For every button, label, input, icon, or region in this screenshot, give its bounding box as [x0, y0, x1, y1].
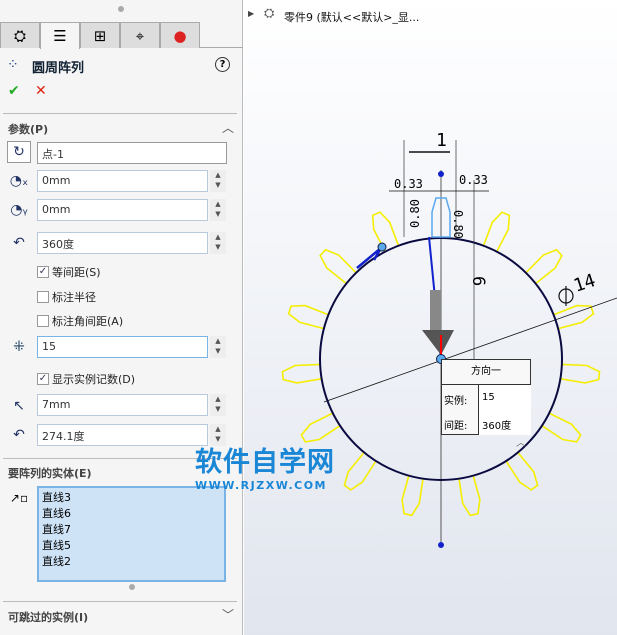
checkbox-unchecked[interactable]	[37, 315, 49, 327]
color-wheel-icon: ●	[173, 26, 187, 45]
entities-icon: ↗▫	[9, 491, 29, 505]
list-item[interactable]: 直线7	[42, 522, 221, 538]
dim-radius-checkbox[interactable]: 标注半径	[37, 289, 96, 305]
watermark-url: WWW.RJZXW.COM	[195, 479, 327, 492]
show-count-label: 显示实例记数(D)	[52, 373, 136, 386]
spacing-label: 间距:	[444, 421, 468, 432]
pattern-tooth	[401, 475, 424, 517]
show-count-checkbox[interactable]: ✓ 显示实例记数(D)	[37, 371, 135, 387]
watermark: 软件自学网 WWW.RJZXW.COM	[195, 440, 335, 492]
dim-h1[interactable]: 0.80	[408, 199, 422, 228]
tab-display[interactable]: ●	[160, 22, 200, 48]
rotation-arrow	[356, 247, 383, 269]
angle-stepper[interactable]: ▲ ▼	[210, 232, 226, 254]
dim-angle-label: 标注角间距(A)	[52, 315, 124, 328]
dim-diameter[interactable]: 14	[571, 270, 598, 297]
list-item[interactable]: 直线3	[42, 490, 221, 506]
instance-count-icon: ⁜	[13, 339, 25, 355]
tab-feature-tree[interactable]: ⛭	[0, 22, 40, 48]
center-x-field[interactable]: 0mm	[37, 170, 208, 192]
pattern-tooth	[553, 304, 595, 330]
dim-radius-label: 标注半径	[52, 291, 96, 304]
angle-field[interactable]: 360度	[37, 232, 208, 254]
angle-icon: ↶	[13, 235, 25, 251]
count-label: 实例:	[444, 396, 468, 407]
tab-property-manager[interactable]: ☰	[40, 22, 80, 49]
property-manager: ⛭ ☰ ⊞ ⌖ ● ⁘ 圆周阵列 ? ✔ ✕ 参数(P) ︿ ↻ 点-1 ◔ₓ …	[0, 0, 243, 635]
config-icon: ⊞	[93, 26, 107, 45]
list-resize-handle[interactable]	[129, 584, 135, 590]
skip-section-header[interactable]: 可跳过的实例(I)	[8, 609, 88, 625]
list-icon: ☰	[53, 27, 67, 45]
callout-title: 方向一	[442, 360, 530, 385]
dim-h2[interactable]: 0.80	[451, 210, 465, 239]
entities-section-header[interactable]: 要阵列的实体(E)	[8, 465, 92, 481]
cancel-button[interactable]: ✕	[35, 83, 47, 99]
ok-button[interactable]: ✔	[8, 83, 20, 99]
angle2-field[interactable]: 274.1度	[37, 424, 208, 446]
sketch: 1 0.33 0.33 0.80 0.80 6 14	[281, 130, 617, 548]
checkbox-unchecked[interactable]	[37, 291, 49, 303]
direction-arrow	[430, 290, 441, 335]
equal-spacing-checkbox[interactable]: ✓ 等间距(S)	[37, 264, 101, 280]
spacing-value[interactable]: 360度	[482, 417, 511, 432]
part-icon: ⛭	[13, 26, 26, 45]
list-item[interactable]: 直线5	[42, 538, 221, 554]
checkbox-checked[interactable]: ✓	[37, 373, 49, 385]
instance-count-stepper[interactable]: ▲ ▼	[210, 336, 226, 358]
entities-list[interactable]: 直线3 直线6 直线7 直线5 直线2	[37, 486, 226, 582]
crosshair-icon: ⌖	[135, 26, 145, 45]
pattern-tooth	[482, 211, 511, 252]
params-section-header[interactable]: 参数(P)	[8, 121, 48, 137]
pattern-tooth	[287, 304, 329, 330]
callout-collapse-icon[interactable]: ︿	[516, 434, 526, 449]
splitter-handle[interactable]	[118, 6, 124, 12]
rotate-axis-icon[interactable]: ↻	[7, 141, 31, 163]
equal-spacing-label: 等间距(S)	[52, 266, 101, 279]
radius-icon: ↖	[13, 398, 25, 414]
checkbox-checked[interactable]: ✓	[37, 266, 49, 278]
pattern-tooth	[560, 363, 601, 384]
center-x-icon: ◔ₓ	[9, 173, 29, 189]
dim-width[interactable]: 1	[436, 130, 447, 151]
help-button[interactable]: ?	[215, 57, 230, 72]
manager-tabs: ⛭ ☰ ⊞ ⌖ ●	[0, 22, 243, 49]
feature-title: 圆周阵列	[32, 61, 85, 76]
watermark-cn: 软件自学网	[195, 447, 335, 478]
list-item[interactable]: 直线2	[42, 554, 221, 570]
dim-right[interactable]: 0.33	[459, 173, 488, 187]
expand-icon[interactable]: ﹀	[222, 606, 234, 623]
circular-pattern-icon: ⁘	[7, 57, 19, 73]
tab-dimxpert[interactable]: ⌖	[120, 22, 160, 48]
list-item[interactable]: 直线6	[42, 506, 221, 522]
radius-stepper[interactable]: ▲ ▼	[210, 394, 226, 416]
dim-angle-checkbox[interactable]: 标注角间距(A)	[37, 313, 123, 329]
collapse-icon[interactable]: ︿	[222, 119, 234, 136]
graphics-area[interactable]: ▶ ⛭ 零件9 (默认<<默认>_显... 1 0.33 0.33 0.80 0…	[244, 0, 617, 635]
center-y-icon: ◔ᵧ	[10, 202, 28, 218]
pattern-tooth	[458, 475, 481, 517]
tab-configuration[interactable]: ⊞	[80, 22, 120, 48]
center-y-field[interactable]: 0mm	[37, 199, 208, 221]
dim-height[interactable]: 6	[468, 276, 488, 286]
center-y-stepper[interactable]: ▲ ▼	[210, 199, 226, 221]
instance-count-field[interactable]: 15	[37, 336, 208, 358]
axis-field[interactable]: 点-1	[37, 142, 227, 164]
pattern-tooth	[281, 363, 322, 384]
dim-left[interactable]: 0.33	[394, 177, 423, 191]
instance-callout: 方向一 实例: 15 间距: 360度	[441, 359, 531, 435]
count-value[interactable]: 15	[482, 392, 495, 403]
angle2-icon: ↶	[13, 427, 25, 443]
center-x-stepper[interactable]: ▲ ▼	[210, 170, 226, 192]
radius-field[interactable]: 7mm	[37, 394, 208, 416]
